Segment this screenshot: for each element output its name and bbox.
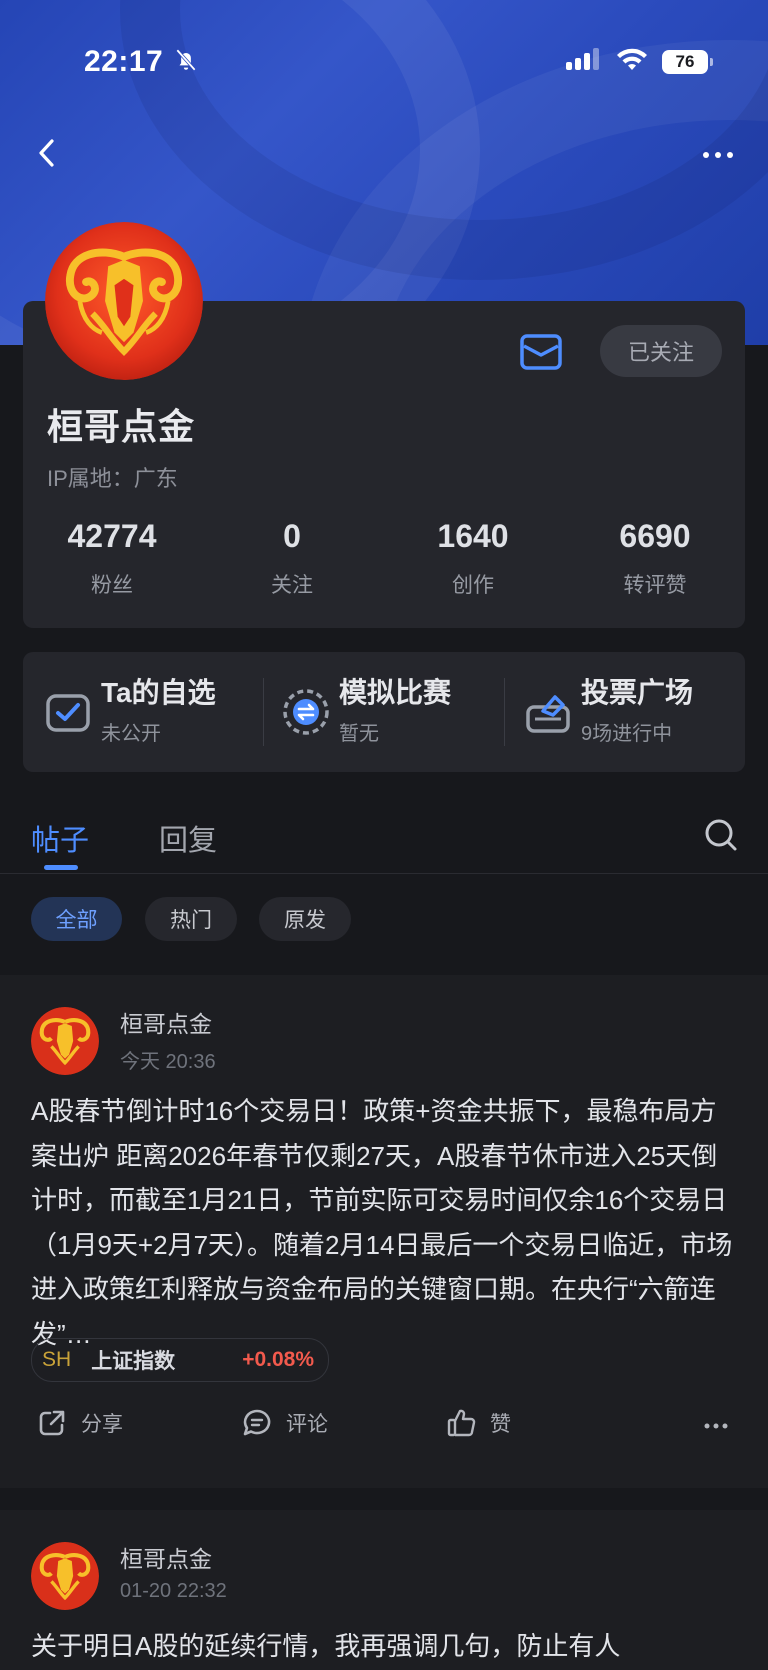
tab-replies[interactable]: 回复 (159, 817, 217, 859)
post-card[interactable]: 桓哥点金 01-20 22:32 关于明日A股的延续行情，我再强调几句，防止有人 (0, 1510, 768, 1670)
stat-label: 转评赞 (623, 574, 687, 597)
stat-value: 42774 (67, 518, 157, 554)
stat-following[interactable]: 0 关注 (212, 518, 372, 599)
stat-creations[interactable]: 1640 创作 (393, 518, 553, 599)
chevron-left-icon (39, 139, 54, 167)
ram-logo-icon (45, 222, 203, 380)
feature-watchlist[interactable]: Ta的自选 未公开 (43, 652, 216, 772)
share-button[interactable]: 分享 (37, 1408, 123, 1438)
mail-icon (520, 334, 562, 370)
avatar[interactable] (45, 222, 203, 380)
like-button[interactable]: 赞 (446, 1408, 511, 1438)
active-tab-indicator (44, 865, 78, 870)
stat-label: 粉丝 (91, 574, 133, 597)
stat-value: 0 (283, 518, 301, 554)
status-time: 22:17 (84, 45, 164, 78)
filter-original[interactable]: 原发 (259, 897, 351, 941)
stock-symbol: SH (42, 1348, 72, 1371)
like-label: 赞 (490, 1413, 511, 1436)
profile-name: 桓哥点金 (47, 406, 196, 447)
post-time: 01-20 22:32 (120, 1580, 227, 1602)
feature-title: 投票广场 (581, 677, 694, 709)
feature-title: Ta的自选 (101, 677, 216, 709)
more-horizontal-icon (704, 1423, 728, 1429)
stat-interactions[interactable]: 6690 转评赞 (575, 518, 735, 599)
ip-location: IP属地：广东 (47, 466, 178, 491)
feature-panel: Ta的自选 未公开 模拟比赛 暂无 投票广场 9场进行中 (23, 652, 745, 772)
comment-button[interactable]: 评论 (242, 1408, 328, 1438)
message-button[interactable] (519, 332, 563, 372)
more-button[interactable] (698, 140, 738, 170)
stat-label: 创作 (452, 574, 494, 597)
divider (504, 678, 505, 746)
stock-tag[interactable]: SH 上证指数 +0.08% (31, 1338, 329, 1382)
feature-vote[interactable]: 投票广场 9场进行中 (523, 652, 693, 772)
bell-slash-icon (173, 47, 199, 78)
search-button[interactable] (704, 818, 738, 852)
battery-indicator: 76 (662, 50, 713, 74)
thumbs-up-icon (447, 1409, 476, 1437)
feature-subtitle: 暂无 (339, 722, 379, 745)
cellular-signal-icon (566, 47, 602, 77)
post-more-button[interactable] (704, 1422, 742, 1430)
feature-subtitle: 未公开 (101, 722, 161, 745)
stock-name: 上证指数 (91, 1350, 176, 1373)
ram-logo-icon (31, 1542, 99, 1610)
feature-title: 模拟比赛 (339, 677, 452, 709)
tab-posts[interactable]: 帖子 (31, 817, 89, 859)
avatar[interactable] (31, 1542, 99, 1610)
post-time: 今天 20:36 (120, 1051, 216, 1073)
ram-logo-icon (31, 1007, 99, 1075)
search-icon (705, 819, 737, 851)
more-horizontal-icon (703, 152, 733, 158)
stock-change: +0.08% (242, 1348, 314, 1371)
back-button[interactable] (30, 135, 66, 171)
stat-value: 1640 (437, 518, 509, 554)
watchlist-check-icon (46, 694, 90, 732)
post-card[interactable]: 桓哥点金 今天 20:36 A股春节倒计时16个交易日！政策+资金共振下，最稳布… (0, 975, 768, 1488)
vote-box-icon (526, 695, 570, 733)
post-body[interactable]: A股春节倒计时16个交易日！政策+资金共振下，最稳布局方案出炉 距离2026年春… (31, 1089, 739, 1356)
status-bar: 22:17 76 (84, 44, 713, 80)
filter-hot[interactable]: 热门 (145, 897, 237, 941)
exchange-arrows-icon (283, 689, 329, 735)
feature-subtitle: 9场进行中 (581, 722, 673, 745)
stat-value: 6690 (619, 518, 691, 554)
avatar[interactable] (31, 1007, 99, 1075)
divider (263, 678, 264, 746)
post-author[interactable]: 桓哥点金 (120, 1540, 212, 1574)
post-body[interactable]: 关于明日A股的延续行情，我再强调几句，防止有人 (31, 1624, 739, 1670)
comment-label: 评论 (286, 1413, 328, 1436)
content-tabs: 帖子 回复 (0, 795, 768, 874)
wifi-icon (616, 48, 648, 77)
following-button[interactable]: 已关注 (600, 325, 722, 377)
filter-all[interactable]: 全部 (31, 897, 122, 941)
stat-label: 关注 (271, 574, 313, 597)
feature-contest[interactable]: 模拟比赛 暂无 (281, 652, 451, 772)
share-icon (39, 1410, 65, 1436)
stat-followers[interactable]: 42774 粉丝 (32, 518, 192, 599)
share-label: 分享 (81, 1413, 123, 1436)
comment-icon (243, 1409, 271, 1436)
post-author[interactable]: 桓哥点金 (120, 1005, 212, 1039)
